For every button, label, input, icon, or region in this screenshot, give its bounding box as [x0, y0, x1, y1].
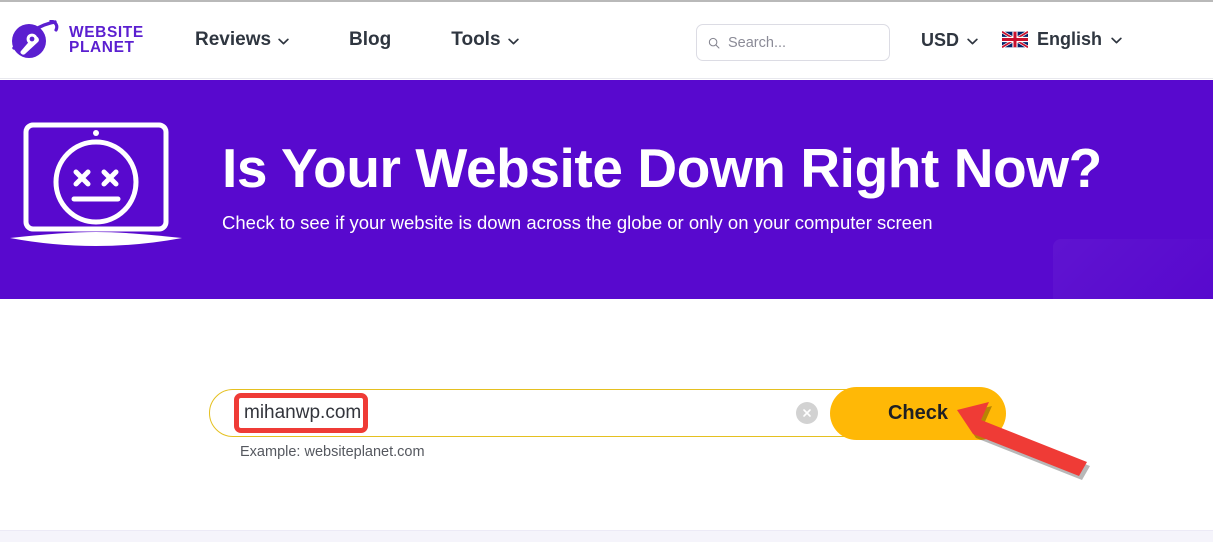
example-hint: Example: websiteplanet.com	[240, 444, 425, 460]
site-header: WEBSITE PLANET Reviews Blog Tools Search…	[0, 2, 1213, 79]
planet-comet-logo-icon	[12, 20, 59, 58]
search-input[interactable]	[728, 34, 878, 51]
page-root: WEBSITE PLANET Reviews Blog Tools Search…	[0, 0, 1213, 542]
chevron-down-icon	[278, 38, 289, 44]
laptop-dead-face-icon	[10, 122, 182, 246]
hero-title: Is Your Website Down Right Now?	[222, 137, 1102, 199]
site-logo[interactable]: WEBSITE PLANET	[8, 20, 153, 60]
hero-text-block: Is Your Website Down Right Now? Check to…	[222, 137, 1152, 234]
main-nav: Reviews Blog Tools	[165, 29, 549, 51]
hero-subtitle: Check to see if your website is down acr…	[222, 212, 933, 233]
close-circle-icon	[803, 409, 811, 417]
nav-item-tools[interactable]: Tools	[421, 29, 548, 51]
chevron-down-icon	[507, 38, 519, 44]
page-footer-strip	[0, 530, 1213, 542]
uk-flag-icon	[1002, 31, 1028, 48]
logo-line-2: PLANET	[69, 39, 135, 56]
nav-item-blog-label: Blog	[349, 29, 392, 50]
search-icon	[708, 37, 720, 48]
nav-item-reviews[interactable]: Reviews	[165, 29, 319, 51]
hero-corner-glow	[1053, 239, 1213, 299]
clear-input-button[interactable]	[796, 402, 818, 424]
check-button[interactable]: Check	[830, 387, 1006, 440]
chevron-down-icon	[1111, 37, 1122, 44]
language-label: English	[1037, 29, 1103, 49]
currency-label: USD	[921, 30, 960, 50]
domain-input[interactable]	[244, 402, 784, 424]
check-form-section: Check Example: websiteplanet.com	[0, 299, 1213, 530]
logo-wordmark: WEBSITE PLANET	[69, 24, 144, 56]
logo-line-1: WEBSITE	[69, 24, 144, 41]
nav-item-tools-label: Tools	[451, 29, 501, 50]
header-search-box[interactable]	[696, 24, 890, 61]
nav-item-reviews-label: Reviews	[195, 29, 272, 50]
hero-banner: Is Your Website Down Right Now? Check to…	[0, 80, 1213, 299]
chevron-down-icon	[967, 38, 978, 45]
nav-item-blog[interactable]: Blog	[319, 29, 421, 51]
language-selector[interactable]: English	[1002, 29, 1122, 50]
currency-selector[interactable]: USD	[921, 30, 978, 51]
domain-check-pill: Check	[209, 387, 1006, 440]
